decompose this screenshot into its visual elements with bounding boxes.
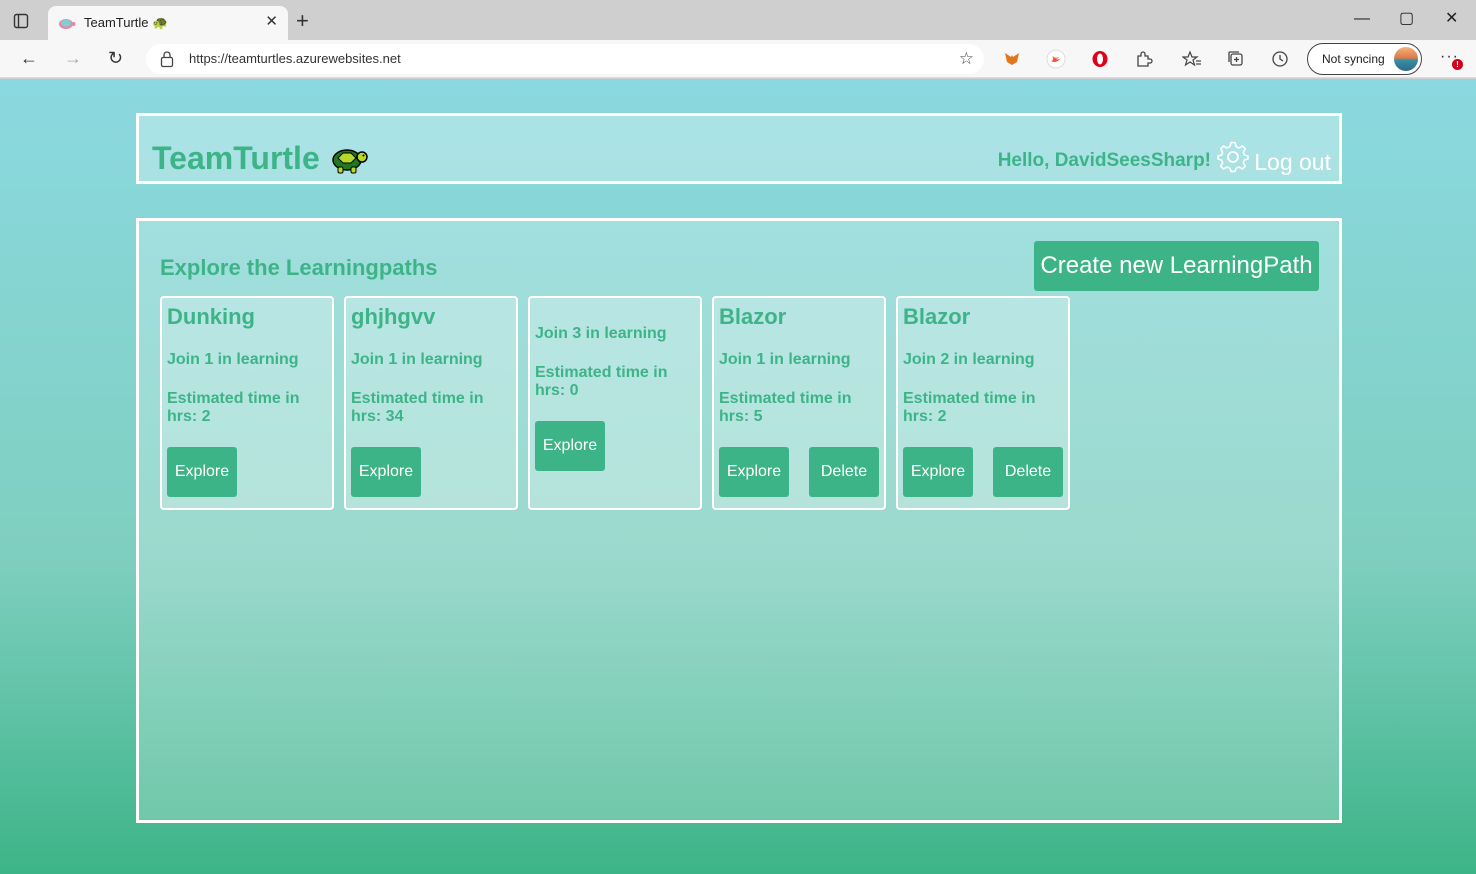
card-title: Dunking bbox=[167, 304, 255, 329]
learningpath-card: Blazor Join 2 in learning Estimated time… bbox=[896, 296, 1070, 510]
card-join-count: Join 1 in learning bbox=[167, 351, 299, 368]
card-title: ghjhgvv bbox=[351, 304, 436, 329]
card-title: Blazor bbox=[719, 304, 787, 329]
browser-tab-bar: TeamTurtle 🐢 ✕ + — ▢ ✕ bbox=[0, 0, 1476, 40]
card-estimated-time: Estimated time in hrs: 2 bbox=[903, 390, 1036, 425]
close-window-icon[interactable]: ✕ bbox=[1445, 10, 1458, 28]
address-bar[interactable]: https://teamturtles.azurewebsites.net ☆ bbox=[146, 44, 984, 74]
turtle-logo-icon bbox=[329, 142, 369, 176]
maximize-icon[interactable]: ▢ bbox=[1399, 10, 1414, 28]
explore-button[interactable]: Explore bbox=[351, 447, 421, 497]
close-tab-icon[interactable]: ✕ bbox=[265, 14, 278, 30]
swift-extension-icon[interactable] bbox=[1046, 49, 1066, 69]
collections-icon[interactable] bbox=[1226, 49, 1246, 69]
turtle-favicon-icon bbox=[58, 15, 76, 31]
brand-title[interactable]: TeamTurtle bbox=[152, 140, 320, 176]
alert-badge: ! bbox=[1452, 59, 1463, 70]
learningpath-card: ghjhgvv Join 1 in learning Estimated tim… bbox=[344, 296, 518, 510]
metamask-extension-icon[interactable] bbox=[1002, 49, 1022, 69]
page-content: TeamTurtle Hello, DavidSeesSharp! Log ou… bbox=[0, 79, 1476, 874]
minimize-icon[interactable]: — bbox=[1354, 10, 1370, 28]
sync-label: Not syncing bbox=[1322, 52, 1385, 66]
explore-button[interactable]: Explore bbox=[167, 447, 237, 497]
card-join-count: Join 1 in learning bbox=[719, 351, 851, 368]
refresh-icon[interactable]: ↻ bbox=[108, 48, 123, 68]
browser-toolbar: ← → ↻ https://teamturtles.azurewebsites.… bbox=[0, 40, 1476, 78]
learningpath-card: Blazor Join 1 in learning Estimated time… bbox=[712, 296, 886, 510]
opera-extension-icon[interactable] bbox=[1090, 49, 1110, 69]
add-favorite-icon[interactable]: ☆ bbox=[959, 49, 974, 69]
section-title: Explore the Learningpaths bbox=[160, 255, 438, 280]
tab-actions-icon[interactable] bbox=[10, 10, 32, 32]
card-title: Blazor bbox=[903, 304, 971, 329]
history-icon[interactable] bbox=[1270, 49, 1290, 69]
new-tab-icon[interactable]: + bbox=[296, 10, 309, 32]
site-header: TeamTurtle Hello, DavidSeesSharp! Log ou… bbox=[136, 113, 1342, 184]
tab-title: TeamTurtle 🐢 bbox=[84, 15, 169, 30]
explore-button[interactable]: Explore bbox=[535, 421, 605, 471]
card-estimated-time: Estimated time in hrs: 2 bbox=[167, 390, 300, 425]
favorites-icon[interactable] bbox=[1182, 49, 1202, 69]
card-estimated-time: Estimated time in hrs: 34 bbox=[351, 390, 484, 425]
settings-gear-icon[interactable] bbox=[1217, 141, 1249, 173]
browser-tab[interactable]: TeamTurtle 🐢 ✕ bbox=[48, 6, 288, 40]
card-estimated-time: Estimated time in hrs: 5 bbox=[719, 390, 852, 425]
logout-link[interactable]: Log out bbox=[1254, 149, 1331, 175]
learningpaths-panel: Explore the Learningpaths Create new Lea… bbox=[136, 218, 1342, 823]
delete-button[interactable]: Delete bbox=[809, 447, 879, 497]
lock-icon[interactable] bbox=[160, 50, 176, 68]
learningpath-card: Dunking Join 1 in learning Estimated tim… bbox=[160, 296, 334, 510]
delete-button[interactable]: Delete bbox=[993, 447, 1063, 497]
learningpath-card: Join 3 in learning Estimated time in hrs… bbox=[528, 296, 702, 510]
forward-icon[interactable]: → bbox=[64, 48, 82, 68]
card-estimated-time: Estimated time in hrs: 0 bbox=[535, 364, 668, 399]
card-join-count: Join 1 in learning bbox=[351, 351, 483, 368]
profile-avatar bbox=[1394, 47, 1418, 71]
create-learningpath-button[interactable]: Create new LearningPath bbox=[1034, 241, 1319, 291]
extensions-puzzle-icon[interactable] bbox=[1134, 49, 1154, 69]
sync-button[interactable]: Not syncing bbox=[1307, 43, 1422, 75]
back-icon[interactable]: ← bbox=[20, 48, 38, 68]
explore-button[interactable]: Explore bbox=[719, 447, 789, 497]
card-join-count: Join 2 in learning bbox=[903, 351, 1035, 368]
url-text[interactable]: https://teamturtles.azurewebsites.net bbox=[189, 51, 401, 67]
explore-button[interactable]: Explore bbox=[903, 447, 973, 497]
greeting-text: Hello, DavidSeesSharp! bbox=[997, 150, 1211, 171]
card-join-count: Join 3 in learning bbox=[535, 325, 667, 342]
